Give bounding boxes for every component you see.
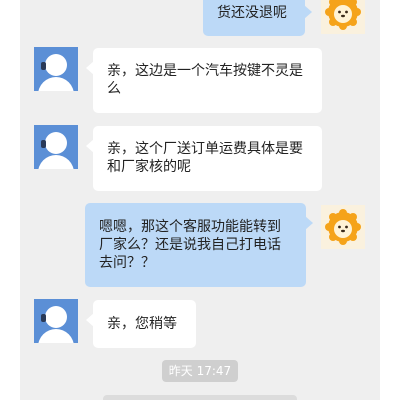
headset-icon xyxy=(41,140,46,148)
chat-panel[interactable]: 货还没退呢 亲，这边是一个汽车按键不灵是么 亲，这个厂送订单运费具体是要和厂家核… xyxy=(20,0,380,400)
headset-icon xyxy=(41,62,46,70)
chat-screen: 货还没退呢 亲，这边是一个汽车按键不灵是么 亲，这个厂送订单运费具体是要和厂家核… xyxy=(0,0,400,400)
chat-bubble-outgoing[interactable]: 嗯嗯，那这个客服功能能转到厂家么？还是说我自己打电话去问？？ xyxy=(85,203,313,287)
message-text: 嗯嗯，那这个客服功能能转到厂家么？还是说我自己打电话去问？？ xyxy=(99,219,281,271)
message-text: 货还没退呢 xyxy=(217,5,287,21)
chat-bubble-incoming[interactable]: 亲，您稍等 xyxy=(86,300,196,348)
timestamp-divider: 昨天 17:47 xyxy=(162,360,238,382)
lion-mascot-icon xyxy=(325,0,361,30)
agent-avatar[interactable] xyxy=(34,125,78,169)
user-avatar[interactable] xyxy=(321,0,365,34)
user-avatar[interactable] xyxy=(321,205,365,249)
chat-bubble-outgoing[interactable]: 货还没退呢 xyxy=(203,0,312,36)
message-text: 亲，这个厂送订单运费具体是要和厂家核的呢 xyxy=(107,141,303,175)
agent-avatar[interactable] xyxy=(34,47,78,91)
message-text: 亲，这边是一个汽车按键不灵是么 xyxy=(107,63,303,97)
agent-avatar[interactable] xyxy=(34,299,78,343)
headset-icon xyxy=(41,314,46,322)
message-text: 亲，您稍等 xyxy=(107,316,177,332)
chat-bubble-incoming[interactable]: 亲，这边是一个汽车按键不灵是么 xyxy=(86,48,322,113)
chat-bubble-incoming[interactable]: 亲，这个厂送订单运费具体是要和厂家核的呢 xyxy=(86,126,322,191)
next-message-card[interactable] xyxy=(103,395,297,400)
lion-mascot-icon xyxy=(325,209,361,245)
